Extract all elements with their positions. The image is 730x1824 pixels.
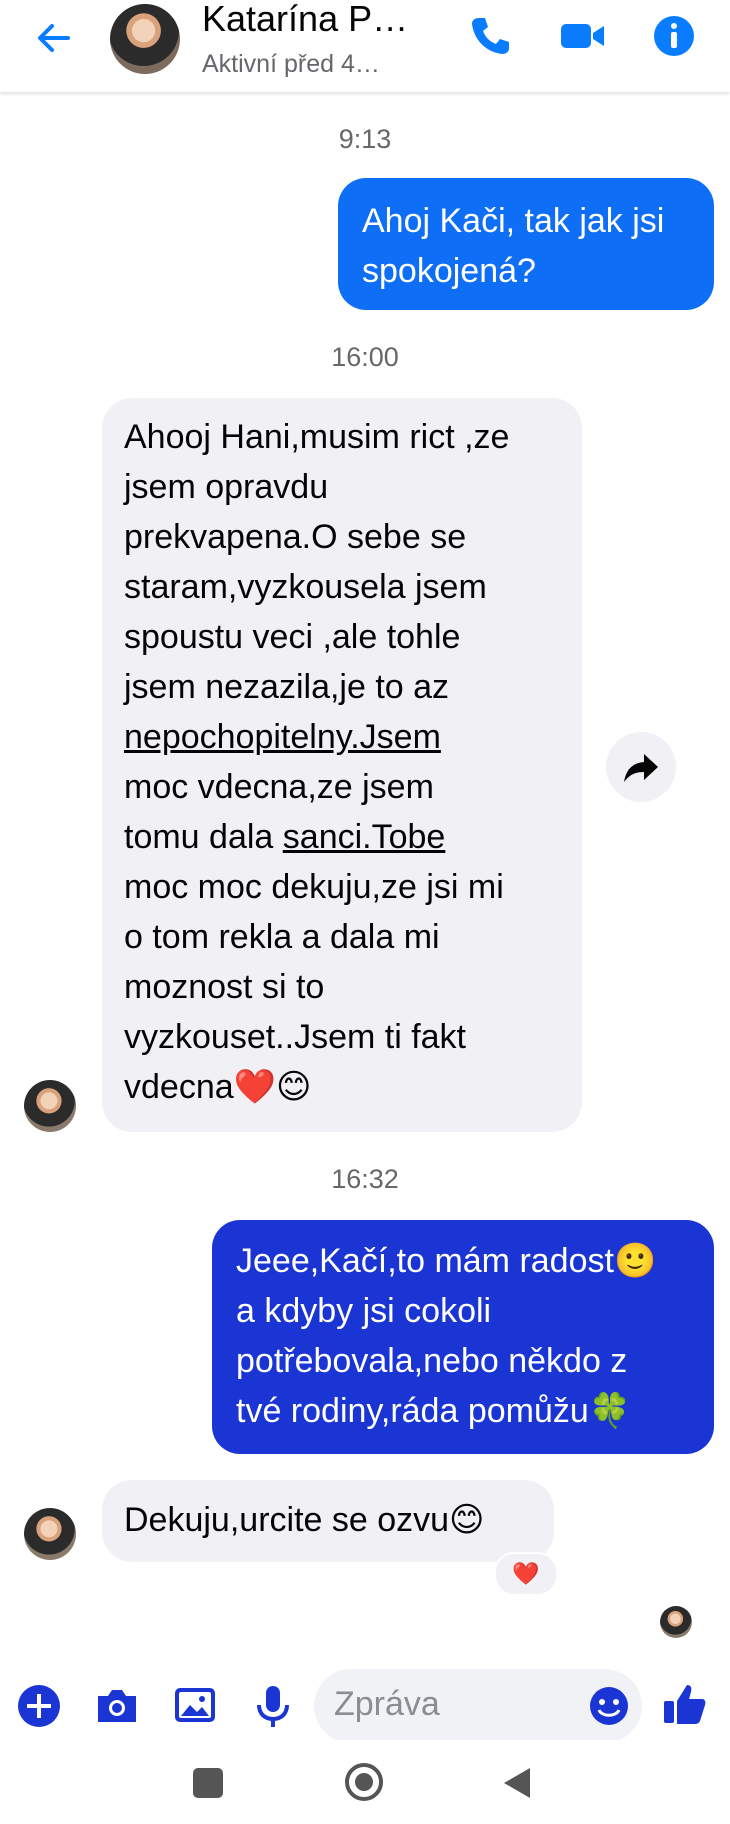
contact-avatar[interactable]: [110, 4, 180, 74]
forward-arrow-icon: [624, 754, 658, 782]
timestamp: 16:00: [331, 342, 399, 372]
video-camera-icon[interactable]: [558, 12, 606, 60]
contact-name[interactable]: Katarína P…: [202, 0, 408, 40]
message-line: staram,vyzkousela jsem: [124, 568, 487, 606]
message-line: jsem nezazila,je to az: [124, 668, 450, 706]
chat-header: Katarína P… Aktivní před 4…: [0, 0, 730, 92]
message-line: jsem opravdu: [124, 468, 329, 506]
message-line: tvé rodiny,ráda pomůžu🍀: [236, 1392, 632, 1430]
contact-status: Aktivní před 4…: [202, 50, 380, 78]
message-line: moc vdecna,ze jsem: [124, 768, 434, 806]
message-line: vyzkouset..Jsem ti fakt: [124, 1018, 466, 1056]
heart-reaction: ❤️: [512, 1561, 540, 1586]
message-line: potřebovala,nebo někdo z: [236, 1342, 628, 1380]
incoming-message[interactable]: Dekuju,urcite se ozvu😊: [102, 1480, 554, 1562]
incoming-message[interactable]: Ahooj Hani,musim rict ,ze jsem opravdu p…: [102, 398, 582, 1132]
message-line: nepochopitelny.Jsem: [124, 718, 441, 756]
back-triangle-icon[interactable]: [502, 1766, 532, 1800]
sender-avatar[interactable]: [24, 1508, 76, 1560]
message-line: prekvapena.O sebe se: [124, 518, 467, 556]
message-line: Ahooj Hani,musim rict ,ze: [124, 418, 510, 456]
message-line: tomu dala sanci.Tobe: [124, 812, 584, 862]
outgoing-message[interactable]: Jeee,Kačí,to mám radost🙂 a kdyby jsi cok…: [212, 1220, 714, 1454]
system-navigation-bar: [0, 1740, 730, 1824]
gallery-icon[interactable]: [170, 1681, 220, 1731]
camera-icon[interactable]: [92, 1681, 142, 1731]
message-text: sanci.Tobe: [282, 818, 446, 856]
microphone-icon[interactable]: [248, 1681, 298, 1731]
info-icon[interactable]: [650, 12, 698, 60]
message-line: a kdyby jsi cokoli: [236, 1292, 492, 1330]
message-line: vdecna❤️😊: [124, 1068, 312, 1106]
back-arrow-icon[interactable]: [30, 14, 78, 62]
message-line: Jeee,Kačí,to mám radost🙂: [236, 1242, 657, 1280]
message-line: Dekuju,urcite se ozvu😊: [124, 1501, 485, 1539]
message-text: tomu dala: [124, 818, 274, 856]
message-line: moznost si to: [124, 968, 325, 1006]
message-input[interactable]: Zpráva: [314, 1669, 642, 1743]
emoji-icon[interactable]: [586, 1683, 632, 1729]
read-receipt-avatar: [660, 1606, 692, 1638]
phone-icon[interactable]: [466, 12, 514, 60]
like-thumb-icon[interactable]: [660, 1679, 710, 1729]
timestamp: 9:13: [338, 124, 392, 154]
sender-avatar[interactable]: [24, 1080, 76, 1132]
forward-button[interactable]: [606, 732, 676, 802]
message-line: Ahoj Kači, tak jak jsi: [362, 202, 665, 240]
plus-icon[interactable]: [14, 1681, 64, 1731]
recents-square-icon[interactable]: [193, 1768, 223, 1798]
message-line: spokojená?: [362, 252, 536, 290]
message-line: o tom rekla a dala mi: [124, 918, 440, 956]
message-line: spoustu veci ,ale tohle: [124, 618, 461, 656]
home-circle-icon[interactable]: [344, 1762, 384, 1802]
outgoing-message[interactable]: Ahoj Kači, tak jak jsi spokojená?: [338, 178, 714, 310]
reaction-badge[interactable]: ❤️: [494, 1552, 558, 1596]
message-input-placeholder: Zpráva: [334, 1685, 440, 1723]
timestamp: 16:32: [331, 1164, 399, 1194]
message-line: moc moc dekuju,ze jsi mi: [124, 868, 504, 906]
